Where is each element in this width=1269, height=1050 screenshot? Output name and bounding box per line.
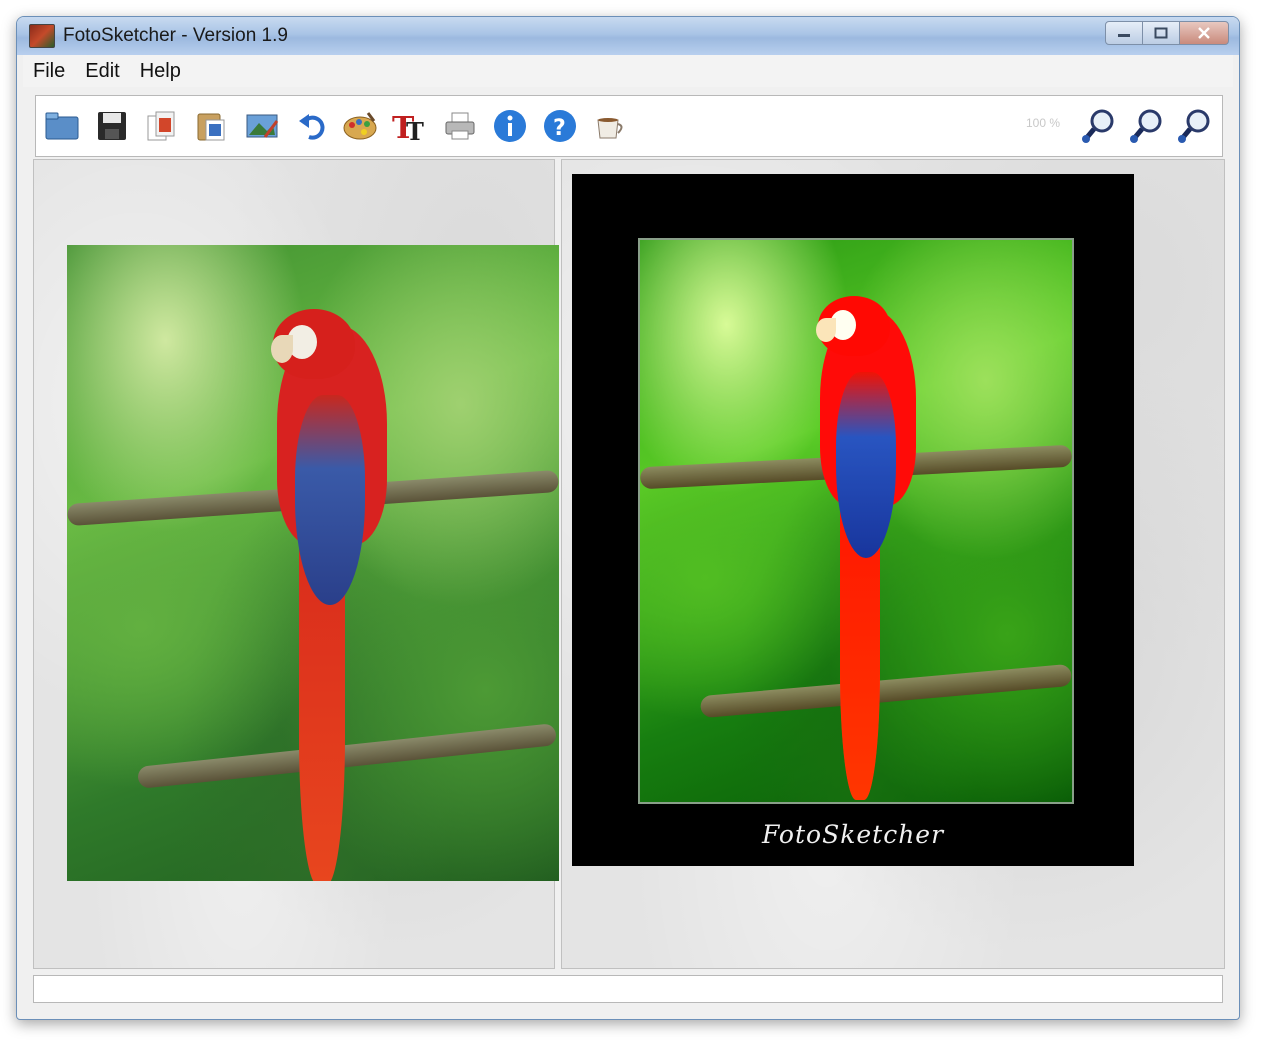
close-button[interactable] — [1179, 21, 1229, 45]
close-icon — [1198, 27, 1210, 39]
parrot-wing — [295, 395, 365, 605]
picture-frame: FotoSketcher — [572, 174, 1134, 866]
branch — [137, 723, 557, 789]
coffee-cup-icon[interactable] — [592, 108, 628, 144]
text-icon[interactable]: TT — [392, 108, 428, 144]
branch — [699, 663, 1072, 719]
image-icon[interactable] — [244, 108, 280, 144]
toolbar: TT ? 100 % — [35, 95, 1223, 157]
zoom-fit-icon[interactable] — [1176, 108, 1212, 144]
app-icon — [29, 24, 55, 48]
undo-icon[interactable] — [294, 108, 330, 144]
info-icon[interactable] — [492, 108, 528, 144]
zoom-out-icon[interactable] — [1128, 108, 1164, 144]
palette-icon[interactable] — [342, 108, 378, 144]
parrot-wing — [836, 372, 896, 558]
app-window: FotoSketcher - Version 1.9 File Edit Hel… — [16, 16, 1240, 1020]
help-icon[interactable]: ? — [542, 108, 578, 144]
menu-edit[interactable]: Edit — [75, 55, 129, 87]
minimize-icon — [1118, 34, 1130, 37]
parrot-beak — [271, 335, 293, 363]
original-photo — [67, 245, 559, 881]
title-bar[interactable]: FotoSketcher - Version 1.9 — [17, 17, 1239, 55]
print-icon[interactable] — [442, 108, 478, 144]
status-bar — [33, 975, 1223, 1003]
svg-text:T: T — [406, 117, 424, 142]
maximize-icon — [1154, 27, 1168, 39]
window-title: FotoSketcher - Version 1.9 — [63, 25, 288, 46]
zoom-level-label: 100 % — [1026, 116, 1061, 130]
save-icon[interactable] — [94, 108, 130, 144]
zoom-in-icon[interactable] — [1080, 108, 1116, 144]
original-image-panel[interactable] — [33, 159, 559, 969]
svg-text:?: ? — [553, 116, 566, 141]
copy-icon[interactable] — [144, 108, 180, 144]
paste-icon[interactable] — [194, 108, 230, 144]
folder-open-icon[interactable] — [44, 108, 80, 144]
sketch-photo — [638, 238, 1074, 804]
menu-help[interactable]: Help — [130, 55, 191, 87]
menu-bar: File Edit Help — [23, 55, 1233, 87]
frame-caption: FotoSketcher — [761, 820, 945, 849]
sketch-preview-panel[interactable]: FotoSketcher — [561, 159, 1225, 969]
window-controls — [1105, 21, 1229, 45]
menu-file[interactable]: File — [23, 55, 75, 87]
minimize-button[interactable] — [1105, 21, 1143, 45]
maximize-button[interactable] — [1142, 21, 1180, 45]
parrot-beak — [816, 318, 836, 342]
